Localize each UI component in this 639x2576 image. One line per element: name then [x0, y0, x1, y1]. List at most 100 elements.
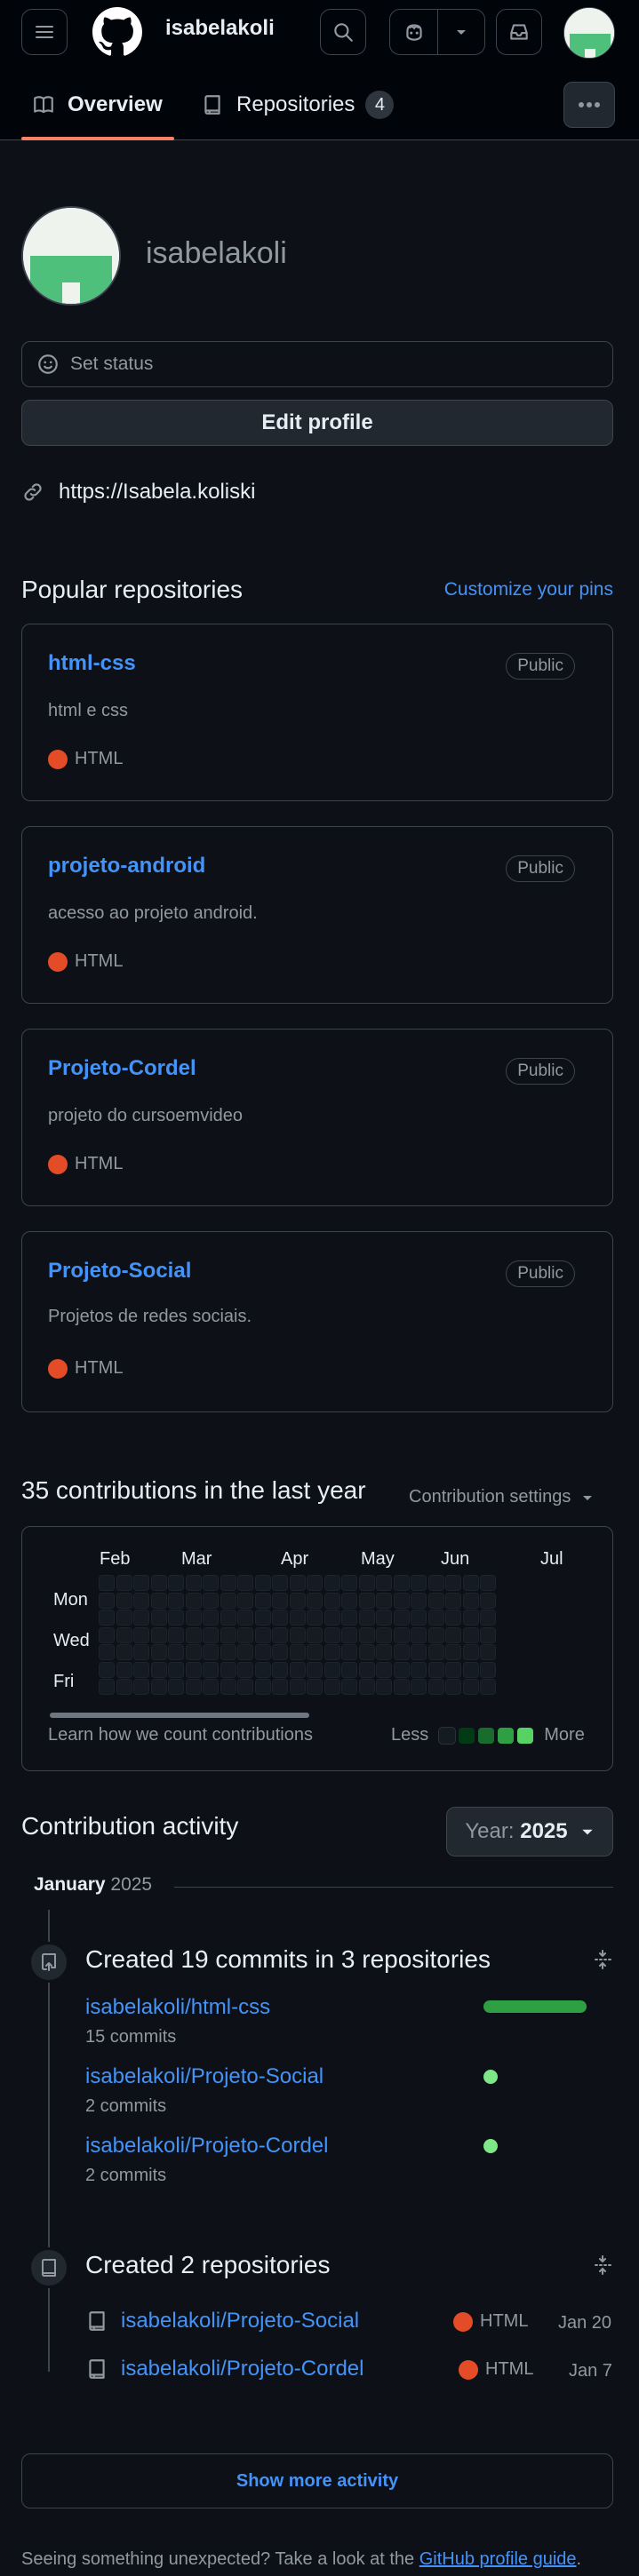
contribution-day-cell[interactable]	[323, 1610, 340, 1626]
contribution-day-cell[interactable]	[358, 1592, 375, 1609]
contribution-day-cell[interactable]	[237, 1610, 253, 1626]
contribution-day-cell[interactable]	[341, 1626, 357, 1643]
contribution-day-cell[interactable]	[445, 1626, 461, 1643]
repo-name-link[interactable]: html-css	[48, 651, 136, 676]
contribution-day-cell[interactable]	[307, 1661, 323, 1678]
contribution-day-cell[interactable]	[480, 1679, 496, 1695]
contribution-day-cell[interactable]	[220, 1644, 236, 1660]
contribution-day-cell[interactable]	[427, 1644, 444, 1660]
contribution-day-cell[interactable]	[168, 1610, 184, 1626]
contribution-day-cell[interactable]	[376, 1575, 392, 1591]
contribution-day-cell[interactable]	[203, 1661, 219, 1678]
repo-name-link[interactable]: projeto-android	[48, 854, 205, 879]
contribution-day-cell[interactable]	[289, 1575, 306, 1591]
contribution-day-cell[interactable]	[427, 1610, 444, 1626]
contribution-day-cell[interactable]	[376, 1661, 392, 1678]
contribution-day-cell[interactable]	[168, 1644, 184, 1660]
contribution-day-cell[interactable]	[341, 1644, 357, 1660]
contribution-day-cell[interactable]	[411, 1644, 427, 1660]
contribution-day-cell[interactable]	[203, 1575, 219, 1591]
contribution-day-cell[interactable]	[480, 1610, 496, 1626]
contribution-day-cell[interactable]	[307, 1679, 323, 1695]
search-button[interactable]	[320, 9, 366, 55]
created-repo-link[interactable]: isabelakoli/Projeto-Cordel	[121, 2357, 363, 2381]
repo-name-link[interactable]: Projeto-Cordel	[48, 1056, 196, 1081]
calendar-scrollbar[interactable]	[50, 1713, 309, 1718]
user-avatar[interactable]	[563, 7, 615, 59]
contribution-day-cell[interactable]	[462, 1592, 479, 1609]
contribution-day-cell[interactable]	[376, 1679, 392, 1695]
contribution-day-cell[interactable]	[185, 1626, 202, 1643]
contribution-day-cell[interactable]	[220, 1626, 236, 1643]
contribution-day-cell[interactable]	[116, 1679, 132, 1695]
contribution-day-cell[interactable]	[289, 1610, 306, 1626]
contribution-day-cell[interactable]	[254, 1575, 271, 1591]
contribution-day-cell[interactable]	[272, 1626, 288, 1643]
contribution-day-cell[interactable]	[185, 1610, 202, 1626]
contribution-day-cell[interactable]	[133, 1661, 149, 1678]
contribution-day-cell[interactable]	[254, 1679, 271, 1695]
commit-count-link[interactable]: 2 commits	[85, 2096, 166, 2117]
show-more-activity-button[interactable]: Show more activity	[21, 2453, 613, 2508]
tab-repositories[interactable]: Repositories 4	[201, 87, 395, 123]
contribution-day-cell[interactable]	[254, 1626, 271, 1643]
inbox-button[interactable]	[496, 9, 542, 55]
contribution-day-cell[interactable]	[116, 1575, 132, 1591]
contribution-day-cell[interactable]	[99, 1610, 115, 1626]
contribution-day-cell[interactable]	[393, 1626, 410, 1643]
contribution-day-cell[interactable]	[116, 1626, 132, 1643]
contribution-day-cell[interactable]	[99, 1679, 115, 1695]
contribution-day-cell[interactable]	[168, 1679, 184, 1695]
contribution-day-cell[interactable]	[150, 1661, 167, 1678]
contribution-day-cell[interactable]	[341, 1592, 357, 1609]
contribution-day-cell[interactable]	[272, 1592, 288, 1609]
more-options-button[interactable]	[563, 82, 615, 128]
contribution-day-cell[interactable]	[411, 1626, 427, 1643]
contribution-day-cell[interactable]	[462, 1610, 479, 1626]
contribution-day-cell[interactable]	[272, 1610, 288, 1626]
contribution-day-cell[interactable]	[133, 1626, 149, 1643]
contribution-day-cell[interactable]	[203, 1679, 219, 1695]
created-repos-title[interactable]: Created 2 repositories	[85, 2251, 330, 2279]
contribution-day-cell[interactable]	[393, 1575, 410, 1591]
learn-contributions-link[interactable]: Learn how we count contributions	[48, 1725, 313, 1745]
contribution-settings-button[interactable]: Contribution settings	[409, 1487, 594, 1507]
contribution-day-cell[interactable]	[203, 1592, 219, 1609]
contribution-day-cell[interactable]	[289, 1626, 306, 1643]
contribution-day-cell[interactable]	[427, 1575, 444, 1591]
contribution-day-cell[interactable]	[150, 1575, 167, 1591]
contribution-day-cell[interactable]	[307, 1644, 323, 1660]
contribution-day-cell[interactable]	[341, 1575, 357, 1591]
contribution-day-cell[interactable]	[341, 1679, 357, 1695]
contribution-day-cell[interactable]	[185, 1644, 202, 1660]
contribution-day-cell[interactable]	[185, 1679, 202, 1695]
contribution-day-cell[interactable]	[203, 1644, 219, 1660]
contribution-day-cell[interactable]	[307, 1575, 323, 1591]
contribution-day-cell[interactable]	[376, 1592, 392, 1609]
contribution-day-cell[interactable]	[168, 1626, 184, 1643]
contribution-day-cell[interactable]	[150, 1610, 167, 1626]
contribution-day-cell[interactable]	[445, 1610, 461, 1626]
contribution-day-cell[interactable]	[427, 1626, 444, 1643]
contribution-day-cell[interactable]	[393, 1592, 410, 1609]
contribution-day-cell[interactable]	[150, 1626, 167, 1643]
profile-avatar[interactable]	[21, 206, 121, 306]
contribution-day-cell[interactable]	[445, 1679, 461, 1695]
contribution-day-cell[interactable]	[133, 1592, 149, 1609]
contribution-day-cell[interactable]	[99, 1626, 115, 1643]
commit-count-link[interactable]: 2 commits	[85, 2166, 166, 2186]
contribution-day-cell[interactable]	[185, 1592, 202, 1609]
contribution-day-cell[interactable]	[150, 1679, 167, 1695]
contribution-day-cell[interactable]	[376, 1610, 392, 1626]
contribution-day-cell[interactable]	[289, 1592, 306, 1609]
contribution-day-cell[interactable]	[289, 1644, 306, 1660]
contribution-day-cell[interactable]	[341, 1610, 357, 1626]
contribution-day-cell[interactable]	[323, 1626, 340, 1643]
contribution-day-cell[interactable]	[99, 1644, 115, 1660]
contribution-day-cell[interactable]	[445, 1592, 461, 1609]
contribution-day-cell[interactable]	[254, 1661, 271, 1678]
contribution-day-cell[interactable]	[480, 1592, 496, 1609]
contribution-day-cell[interactable]	[393, 1679, 410, 1695]
contribution-day-cell[interactable]	[376, 1644, 392, 1660]
contribution-day-cell[interactable]	[254, 1644, 271, 1660]
